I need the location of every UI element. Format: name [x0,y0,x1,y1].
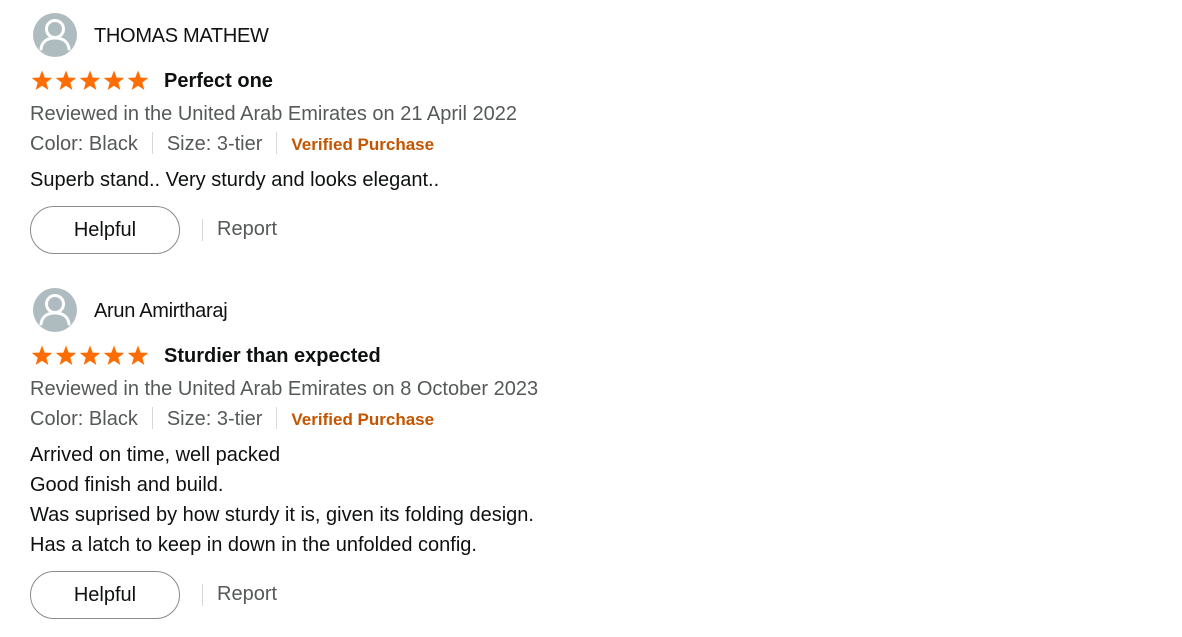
star-icon [127,345,149,365]
reviewer-name[interactable]: THOMAS MATHEW [94,24,269,48]
reviewer-profile[interactable]: THOMAS MATHEW [30,13,517,59]
variant-size[interactable]: Size: 3-tier [167,133,263,155]
review-title[interactable]: Sturdier than expected [164,344,381,368]
review-format-strip: Color: Black Size: 3-tier Verified Purchas… [30,129,517,160]
user-avatar-icon [33,13,77,57]
report-link[interactable]: Report [217,217,277,241]
star-icon [55,345,77,365]
star-icon [127,70,149,90]
divider [151,406,153,429]
review-title[interactable]: Perfect one [164,69,273,93]
star-icon [79,345,101,365]
review-body: Arrived on time, well packed Good finish… [30,440,538,560]
star-rating[interactable] [30,344,150,368]
divider [202,584,203,606]
variant-color[interactable]: Color: Black [30,408,138,430]
variant-color[interactable]: Color: Black [30,133,138,155]
verified-purchase-badge: Verified Purchase [291,410,435,429]
divider [276,406,278,429]
star-icon [31,345,53,365]
reviewer-name[interactable]: Arun Amirtharaj [94,299,228,323]
star-rating[interactable] [30,69,150,93]
verified-purchase-badge: Verified Purchase [291,135,435,154]
helpful-button[interactable]: Helpful [30,206,180,254]
review-title-row: Sturdier than expected [30,344,538,374]
review-date: Reviewed in the United Arab Emirates on … [30,378,539,400]
reviewer-profile[interactable]: Arun Amirtharaj [30,288,538,334]
review-body-line: Superb stand.. Very sturdy and looks ele… [30,169,440,191]
review-date: Reviewed in the United Arab Emirates on … [30,103,517,125]
review-body-line: Arrived on time, well packed [30,444,281,466]
star-icon [79,70,101,90]
review-body-line: Was suprised by how sturdy it is, given … [30,504,534,526]
review-format-strip: Color: Black Size: 3-tier Verified Purchas… [30,404,538,435]
helpful-button[interactable]: Helpful [30,571,180,619]
review-body-line: Good finish and build. [30,474,224,496]
review-body-line: Has a latch to keep in down in the unfol… [30,534,477,556]
review-body: Superb stand.. Very sturdy and looks ele… [30,165,517,195]
review-card: Arun Amirtharaj Sturdier than expected R… [30,288,538,619]
review-card: THOMAS MATHEW Perfect one Reviewed in th… [30,13,517,254]
user-avatar-icon [33,288,77,332]
review-title-row: Perfect one [30,69,517,99]
variant-size[interactable]: Size: 3-tier [167,408,263,430]
report-link[interactable]: Report [217,582,277,606]
divider [276,131,278,154]
star-icon [103,70,125,90]
star-icon [55,70,77,90]
star-icon [103,345,125,365]
review-actions: Helpful Report [30,571,538,619]
review-actions: Helpful Report [30,206,517,254]
divider [202,219,203,241]
star-icon [31,70,53,90]
divider [151,131,153,154]
